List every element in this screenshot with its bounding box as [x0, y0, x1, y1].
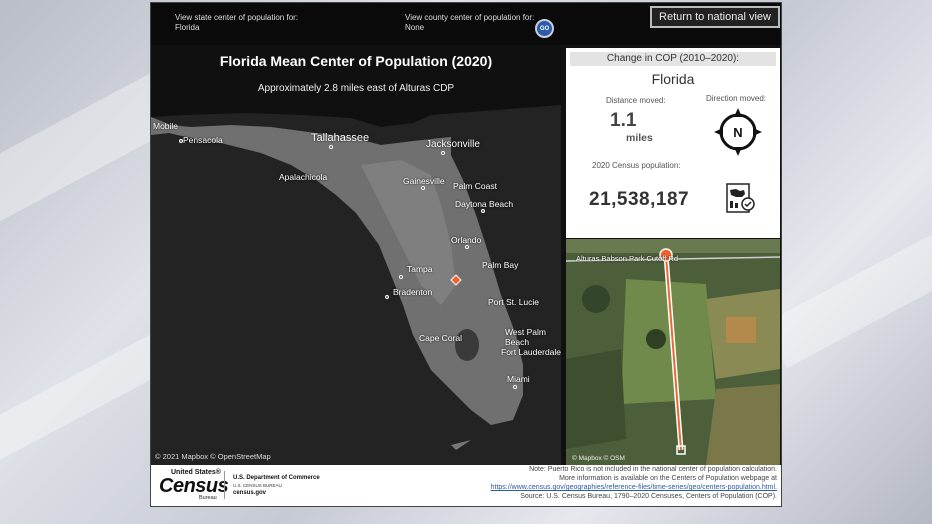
logo-divider [224, 471, 225, 499]
cop-change-panel: Change in COP (2010–2020): Florida Dista… [566, 48, 780, 238]
city-marker [465, 245, 469, 249]
map-subtitle: Approximately 2.8 miles east of Alturas … [257, 83, 455, 94]
florida-map-graphic [151, 45, 561, 450]
distance-value: 1.1 [610, 110, 637, 131]
inset-credit: © Mapbox © OSM [572, 455, 625, 462]
compass-icon: N [714, 108, 762, 156]
census-logo-bottom: Bureau [199, 495, 217, 501]
county-selector-label: View county center of population for: [405, 13, 535, 22]
footnote-more-info: More information is available on the Cen… [559, 475, 777, 482]
city-marker [385, 295, 389, 299]
city-label: Pensacola [183, 135, 223, 145]
return-to-national-view-button[interactable]: Return to national view [650, 6, 780, 28]
county-selector[interactable]: View county center of population for: No… [405, 13, 534, 33]
population-label: 2020 Census population: [592, 161, 681, 170]
city-label: Jacksonville [426, 139, 480, 150]
distance-label: Distance moved: [606, 96, 666, 105]
census-website[interactable]: census.gov [233, 490, 266, 496]
city-label: Port St. Lucie [488, 297, 540, 307]
city-label: Orlando [451, 235, 482, 245]
city-label: Gainesville [403, 176, 445, 186]
population-value: 21,538,187 [589, 189, 690, 210]
direction-label: Direction moved: [706, 94, 767, 103]
state-map[interactable]: Florida Mean Center of Population (2020)… [151, 45, 561, 465]
county-selector-value[interactable]: None [405, 23, 534, 33]
census-document-icon [726, 183, 755, 213]
map-credit: © 2021 Mapbox © OpenStreetMap [155, 452, 271, 461]
city-label: Palm Coast [453, 181, 497, 191]
distance-unit: miles [626, 132, 653, 144]
city-label: Palm Bay [482, 260, 519, 270]
centers-of-population-link[interactable]: https://www.census.gov/geographies/refer… [491, 484, 777, 491]
state-selector-value[interactable]: Florida [175, 23, 298, 33]
cop-viewer-frame: View state center of population for: Flo… [150, 2, 782, 507]
footer: United States® Census Bureau U.S. Depart… [151, 465, 781, 506]
source-citation: Source: U.S. Census Bureau, 1790–2020 Ce… [520, 493, 777, 500]
census-logo[interactable]: Census [159, 475, 229, 498]
road-label: Alturas Babson Park Cutoff Rd [576, 254, 678, 263]
state-selector[interactable]: View state center of population for: Flo… [175, 13, 298, 33]
city-label: Tallahassee [311, 132, 370, 144]
panel-state-name: Florida [651, 71, 695, 87]
city-marker [513, 385, 517, 389]
panel-header: Change in COP (2010–2020): [570, 52, 776, 66]
state-selector-label: View state center of population for: [175, 13, 299, 22]
footnote-puerto-rico: Note: Puerto Rico is not included in the… [529, 466, 777, 473]
city-label: Daytona Beach [455, 199, 514, 209]
city-marker [441, 151, 445, 155]
background-stripe [763, 201, 932, 369]
city-marker [421, 186, 425, 190]
city-marker [481, 209, 485, 213]
department-name: U.S. Department of Commerce [233, 475, 320, 481]
city-label: Bradenton [393, 287, 433, 297]
city-label: Apalachicola [279, 172, 328, 182]
city-label: Tampa [407, 264, 433, 274]
city-label: Cape Coral [419, 333, 462, 343]
top-bar: View state center of population for: Flo… [151, 3, 781, 45]
bureau-name: U.S. CENSUS BUREAU [233, 483, 282, 488]
city-label: Mobile [153, 121, 179, 131]
city-label: Fort Lauderdale [501, 347, 562, 357]
city-marker [179, 139, 183, 143]
map-title: Florida Mean Center of Population (2020) [219, 53, 493, 69]
city-marker [329, 145, 333, 149]
satellite-inset-map[interactable]: Alturas Babson Park Cutoff Rd © Mapbox ©… [566, 239, 780, 465]
city-label: West Palm Beach [505, 327, 546, 347]
city-label: Miami [507, 374, 530, 384]
city-marker [399, 275, 403, 279]
direction-value: N [733, 125, 742, 140]
go-button[interactable]: GO [535, 19, 554, 38]
satellite-imagery [566, 239, 780, 465]
